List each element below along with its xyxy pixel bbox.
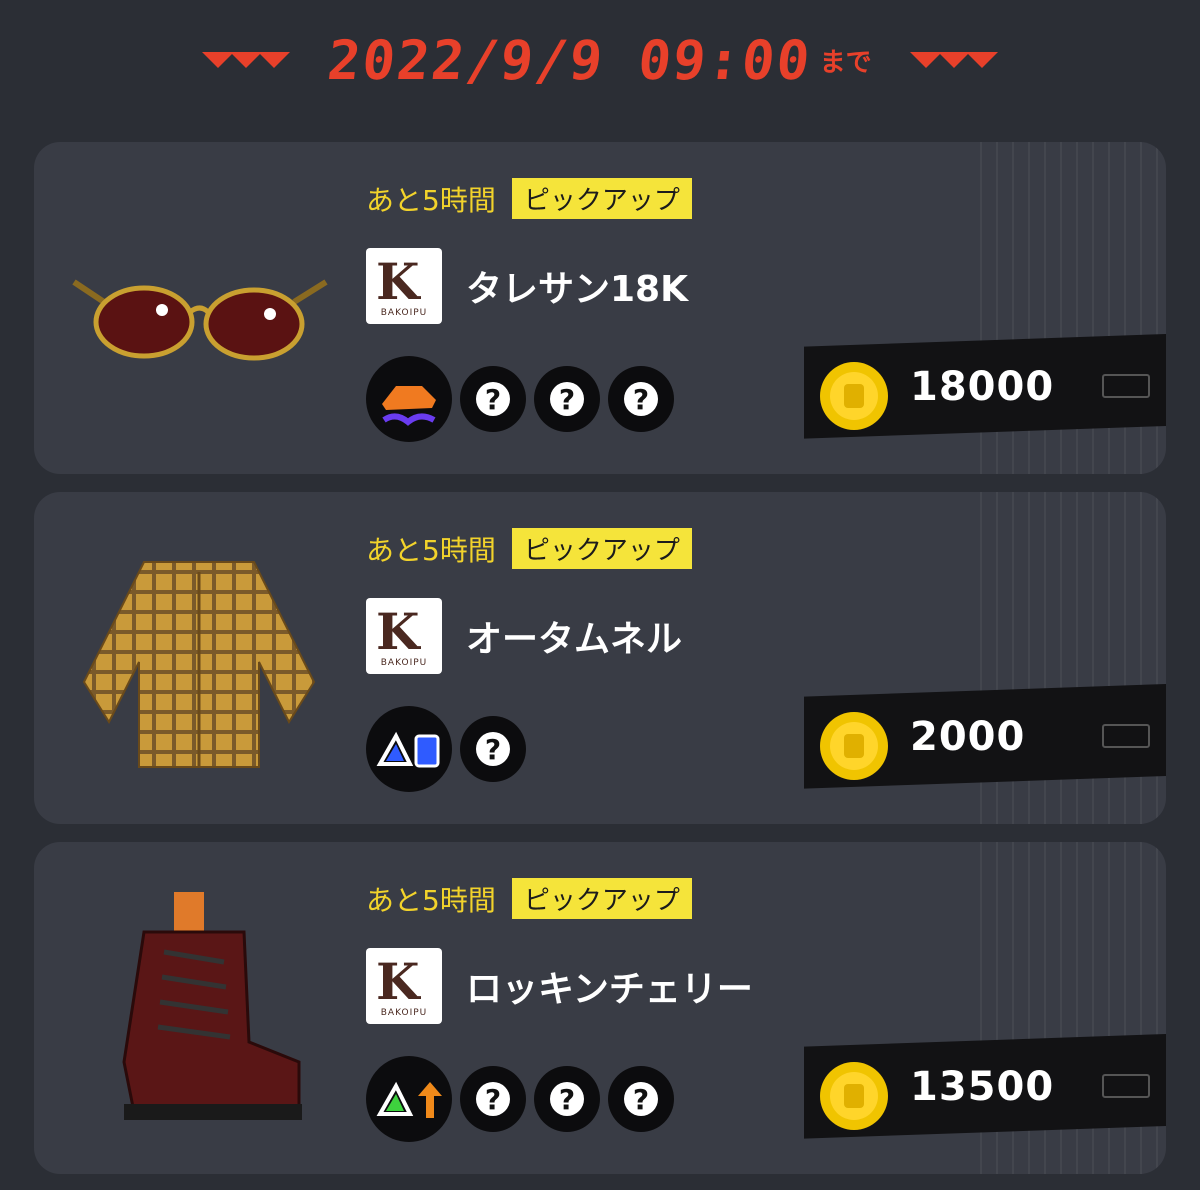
gear-name: タレサン18K (466, 269, 688, 310)
deadline-suffix: まで (819, 47, 872, 78)
shop-page: 2022/9/9 09:00 まで あと5時間 ピックアップ K BAKOIPU (0, 0, 1200, 1190)
gear-name: ロッキンチェリー (466, 969, 753, 1010)
gear-card[interactable]: あと5時間 ピックアップ K BAKOIPU タレサン18K ? ? ? 180… (34, 142, 1166, 474)
unknown-ability-slot: ? (534, 1066, 600, 1132)
coin-icon (820, 362, 888, 430)
button-hint-icon (1102, 724, 1150, 748)
right-chevrons-icon (909, 52, 998, 68)
special-charge-ability-icon (366, 706, 452, 792)
price: 2000 (910, 714, 1026, 760)
price: 18000 (910, 364, 1055, 410)
deadline-date: 2022/9/9 09:00 (325, 28, 815, 92)
plaid-shirt-icon (82, 561, 316, 768)
pickup-badge: ピックアップ (511, 528, 692, 569)
ability-slots: ? (366, 706, 526, 792)
gear-name: オータムネル (466, 619, 683, 660)
coin-icon (820, 1062, 888, 1130)
price: 13500 (910, 1064, 1055, 1110)
swim-shoe-ability-icon (366, 356, 452, 442)
button-hint-icon (1102, 1074, 1150, 1098)
time-left: あと5時間 (366, 533, 496, 567)
ability-slots: ? ? ? (366, 1056, 674, 1142)
pickup-badge: ピックアップ (511, 878, 692, 919)
brand-logo-icon: K BAKOIPU (366, 598, 442, 674)
brand-logo-icon: K BAKOIPU (366, 248, 442, 324)
left-chevrons-icon (202, 52, 291, 68)
unknown-ability-slot: ? (608, 1066, 674, 1132)
unknown-ability-slot: ? (608, 366, 674, 432)
pickup-badge: ピックアップ (511, 178, 692, 219)
coin-icon (820, 712, 888, 780)
unknown-ability-slot: ? (460, 366, 526, 432)
header: 2022/9/9 09:00 まで (0, 0, 1200, 120)
unknown-ability-slot: ? (460, 716, 526, 782)
sunglasses-icon (72, 279, 328, 361)
time-left: あと5時間 (366, 183, 496, 217)
button-hint-icon (1102, 374, 1150, 398)
gear-card[interactable]: あと5時間 ピックアップ K BAKOIPU オータムネル ? 2000 (34, 492, 1166, 824)
gear-card[interactable]: あと5時間 ピックアップ K BAKOIPU ロッキンチェリー ? ? ? 13… (34, 842, 1166, 1174)
ability-slots: ? ? ? (366, 356, 674, 442)
unknown-ability-slot: ? (460, 1066, 526, 1132)
unknown-ability-slot: ? (534, 366, 600, 432)
time-left: あと5時間 (366, 883, 496, 917)
boot-icon (122, 892, 302, 1120)
special-power-up-ability-icon (366, 1056, 452, 1142)
brand-logo-icon: K BAKOIPU (366, 948, 442, 1024)
